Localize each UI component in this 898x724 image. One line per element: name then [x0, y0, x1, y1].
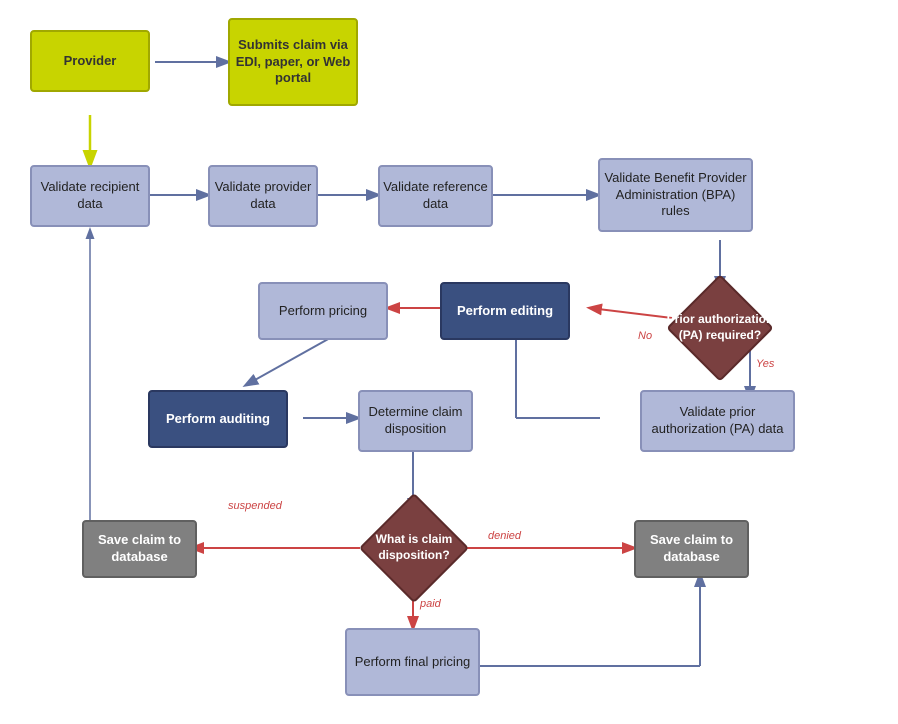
denied-label: denied [488, 530, 521, 542]
submits-claim-node: Submits claim via EDI, paper, or Web por… [228, 18, 358, 106]
perform-final-pricing-node: Perform final pricing [345, 628, 480, 696]
perform-editing-node: Perform editing [440, 282, 570, 340]
claim-disposition-diamond: What is claim disposition? [353, 498, 475, 598]
paid-label: paid [420, 598, 441, 610]
suspended-label: suspended [228, 500, 282, 512]
validate-pa-node: Validate prior authorization (PA) data [640, 390, 795, 452]
validate-bpa-node: Validate Benefit Provider Administration… [598, 158, 753, 232]
validate-reference-node: Validate reference data [378, 165, 493, 227]
perform-pricing-node: Perform pricing [258, 282, 388, 340]
determine-disposition-node: Determine claim disposition [358, 390, 473, 452]
validate-recipient-node: Validate recipient data [30, 165, 150, 227]
save-claim-left-node: Save claim to database [82, 520, 197, 578]
yes-label: Yes [756, 358, 774, 370]
save-claim-right-node: Save claim to database [634, 520, 749, 578]
perform-auditing-node: Perform auditing [148, 390, 288, 448]
provider-node: Provider [30, 30, 150, 92]
validate-provider-node: Validate provider data [208, 165, 318, 227]
no-label: No [638, 330, 652, 342]
